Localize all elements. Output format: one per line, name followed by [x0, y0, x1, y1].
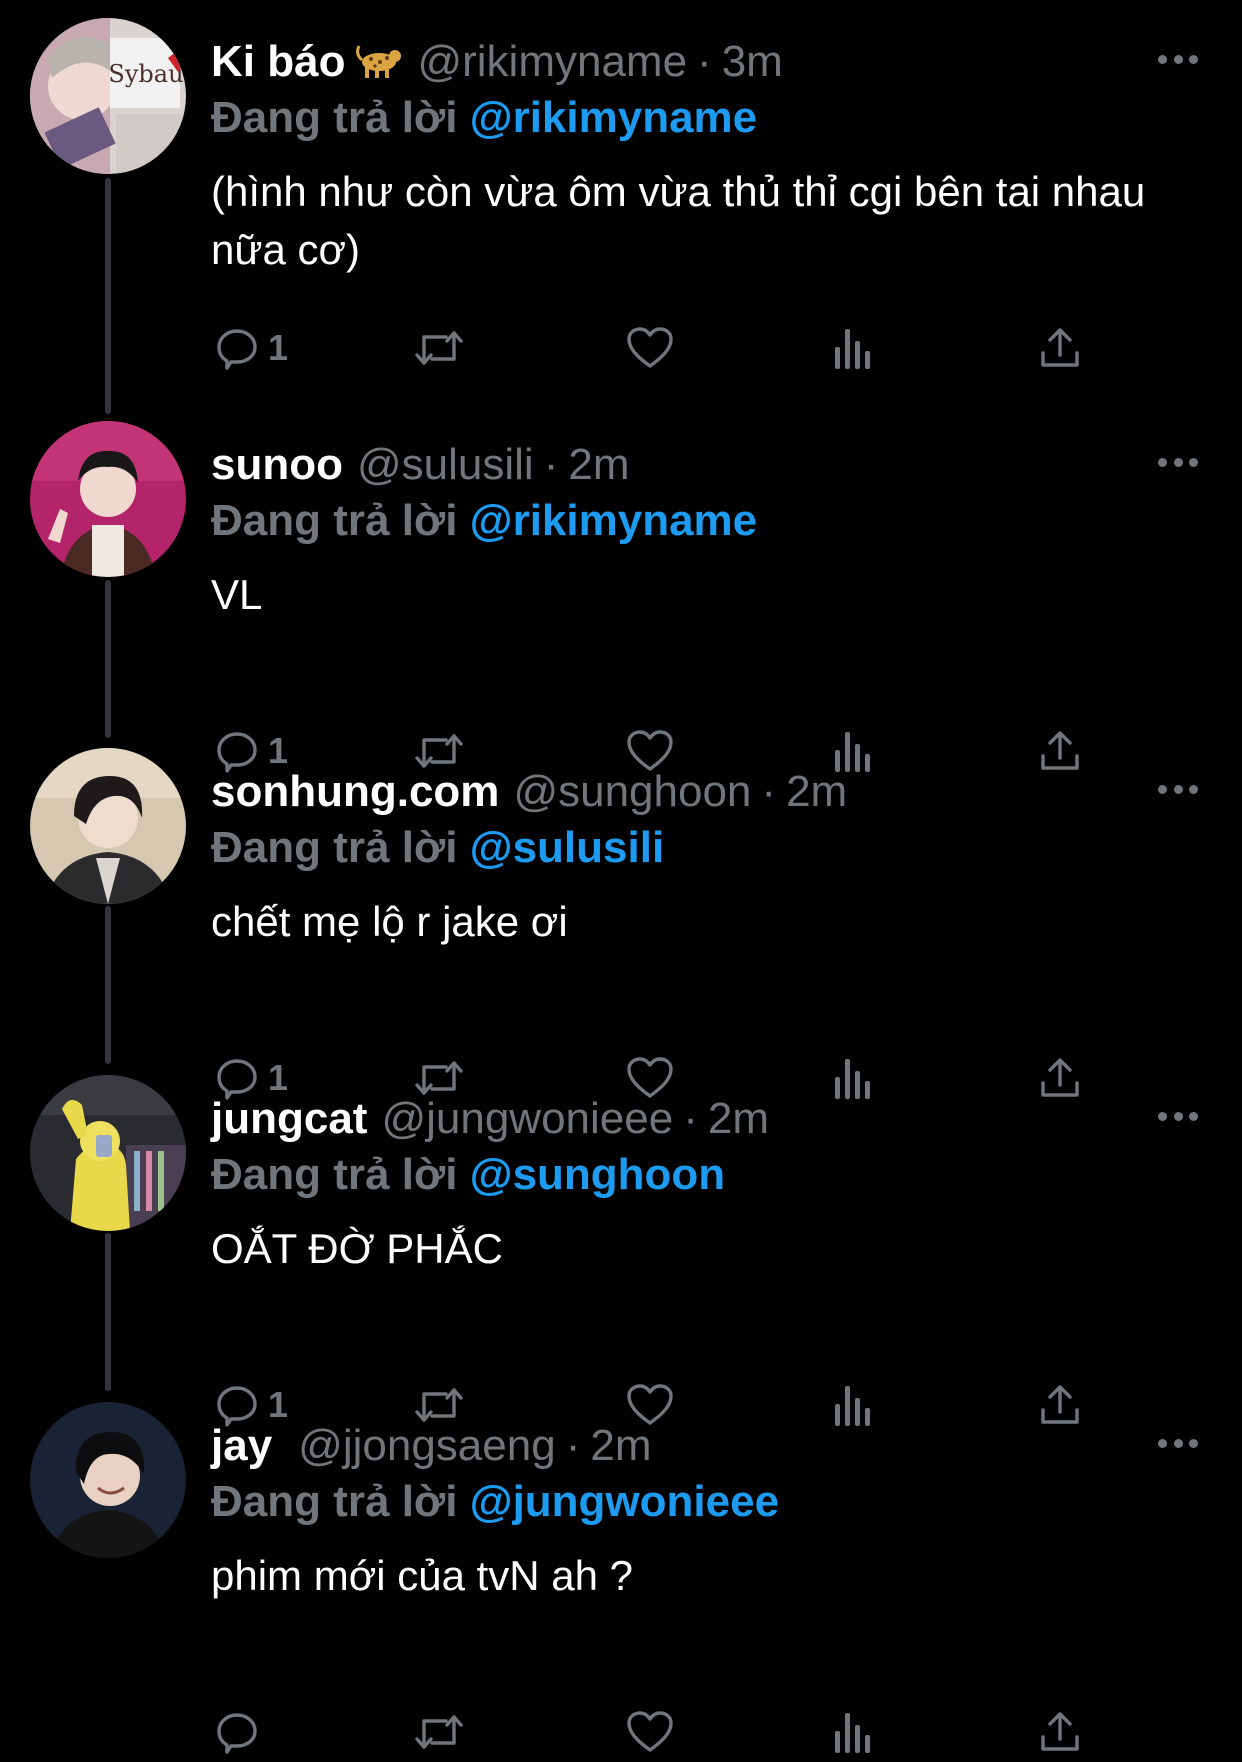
retweet-icon: [415, 1715, 463, 1749]
tweet-header: jay @jjongsaeng · 2m: [211, 1416, 651, 1476]
tweet[interactable]: Sybau Ki báo @rikimyname · 3m Đang trả lời …: [0, 18, 1242, 370]
replying-label: Đang trả lời: [211, 1477, 458, 1526]
reply-thread: Sybau Ki báo @rikimyname · 3m Đang trả lời …: [0, 0, 1242, 1754]
display-name[interactable]: sunoo: [211, 440, 343, 489]
handle[interactable]: @sunghoon: [513, 767, 751, 816]
leopard-icon: [355, 36, 403, 78]
like-icon: [627, 327, 673, 368]
replying-to: Đang trả lời @sulusili: [211, 818, 664, 878]
more-options-icon[interactable]: [1158, 1109, 1198, 1123]
share-button[interactable]: [1038, 318, 1082, 378]
replying-to: Đang trả lời @rikimyname: [211, 88, 757, 148]
tweet-text: VL: [211, 571, 263, 618]
tweet-header: Ki báo @rikimyname · 3m: [211, 32, 783, 92]
timestamp[interactable]: 3m: [722, 37, 783, 86]
replying-label: Đang trả lời: [211, 93, 458, 142]
more-options-icon[interactable]: [1158, 782, 1198, 796]
like-button[interactable]: [625, 1702, 675, 1762]
avatar[interactable]: [30, 748, 186, 904]
retweet-button[interactable]: [412, 1702, 466, 1762]
share-button[interactable]: [1038, 1702, 1082, 1762]
replying-label: Đang trả lời: [211, 496, 458, 545]
tweet[interactable]: sunoo @sulusili · 2m Đang trả lời @rikimyna…: [0, 421, 1242, 773]
mention-link[interactable]: @jungwonieee: [470, 1477, 779, 1526]
mention-link[interactable]: @rikimyname: [470, 93, 757, 142]
separator-dot: ·: [543, 440, 559, 489]
like-icon: [627, 1711, 673, 1752]
tweet[interactable]: jungcat @jungwonieee · 2m Đang trả lời @sun…: [0, 1075, 1242, 1427]
mention-link[interactable]: @rikimyname: [470, 496, 757, 545]
separator-dot: ·: [565, 1421, 581, 1470]
reply-button[interactable]: 1: [214, 318, 288, 378]
mention-link[interactable]: @sulusili: [470, 823, 665, 872]
handle[interactable]: @sulusili: [357, 440, 534, 489]
tweet[interactable]: jay @jjongsaeng · 2m Đang trả lời @jungwoni…: [0, 1402, 1242, 1754]
separator-dot: ·: [697, 37, 712, 86]
tweet-text: phim mới của tvN ah ?: [211, 1552, 634, 1599]
views-button[interactable]: [833, 318, 873, 378]
tweet[interactable]: sonhung.com @sunghoon · 2m Đang trả lời @su…: [0, 748, 1242, 1100]
tweet-header: jungcat @jungwonieee · 2m: [211, 1089, 769, 1149]
reply-icon: [217, 329, 257, 370]
like-button[interactable]: [625, 318, 675, 378]
separator-dot: ·: [761, 767, 777, 816]
avatar[interactable]: [30, 1075, 186, 1231]
avatar[interactable]: [30, 1402, 186, 1558]
display-name[interactable]: Ki báo: [211, 37, 345, 86]
replying-to: Đang trả lời @jungwonieee: [211, 1472, 779, 1532]
tweet-text: (hình như còn vừa ôm vừa thủ thỉ cgi bên…: [211, 168, 1157, 273]
tweet-header: sonhung.com @sunghoon · 2m: [211, 762, 847, 822]
reply-count: 1: [268, 327, 289, 368]
display-name[interactable]: jay: [211, 1421, 272, 1470]
action-bar: [211, 1702, 1111, 1762]
replying-label: Đang trả lời: [211, 823, 458, 872]
tweet-text: chết mẹ lộ r jake ơi: [211, 898, 568, 945]
separator-dot: ·: [683, 1094, 698, 1143]
retweet-button[interactable]: [412, 318, 466, 378]
retweet-icon: [415, 331, 463, 365]
replying-to: Đang trả lời @rikimyname: [211, 491, 757, 551]
timestamp[interactable]: 2m: [708, 1094, 769, 1143]
replying-label: Đang trả lời: [211, 1150, 458, 1199]
replying-to: Đang trả lời @sunghoon: [211, 1145, 725, 1205]
share-icon: [1041, 328, 1079, 367]
tweet-text: OẮT ĐỜ PHẮC: [211, 1225, 503, 1272]
share-icon: [1041, 1712, 1079, 1751]
handle[interactable]: @rikimyname: [417, 37, 687, 86]
avatar[interactable]: [30, 421, 186, 577]
views-icon: [835, 1713, 870, 1753]
display-name[interactable]: sonhung.com: [211, 767, 499, 816]
avatar[interactable]: Sybau: [30, 18, 186, 174]
timestamp[interactable]: 2m: [590, 1421, 651, 1470]
display-name[interactable]: jungcat: [211, 1094, 367, 1143]
mention-link[interactable]: @sunghoon: [470, 1150, 726, 1199]
timestamp[interactable]: 2m: [786, 767, 847, 816]
handle[interactable]: @jungwonieee: [381, 1094, 673, 1143]
more-options-icon[interactable]: [1158, 1436, 1198, 1450]
tweet-header: sunoo @sulusili · 2m: [211, 435, 629, 495]
svg-text:Sybau: Sybau: [108, 60, 183, 88]
reply-icon: [217, 1713, 257, 1754]
reply-button[interactable]: [214, 1702, 268, 1762]
action-bar: 1: [211, 318, 1111, 378]
more-options-icon[interactable]: [1158, 52, 1198, 66]
views-button[interactable]: [833, 1702, 873, 1762]
more-options-icon[interactable]: [1158, 455, 1198, 469]
views-icon: [835, 329, 870, 369]
timestamp[interactable]: 2m: [568, 440, 629, 489]
handle[interactable]: @jjongsaeng: [298, 1421, 556, 1470]
